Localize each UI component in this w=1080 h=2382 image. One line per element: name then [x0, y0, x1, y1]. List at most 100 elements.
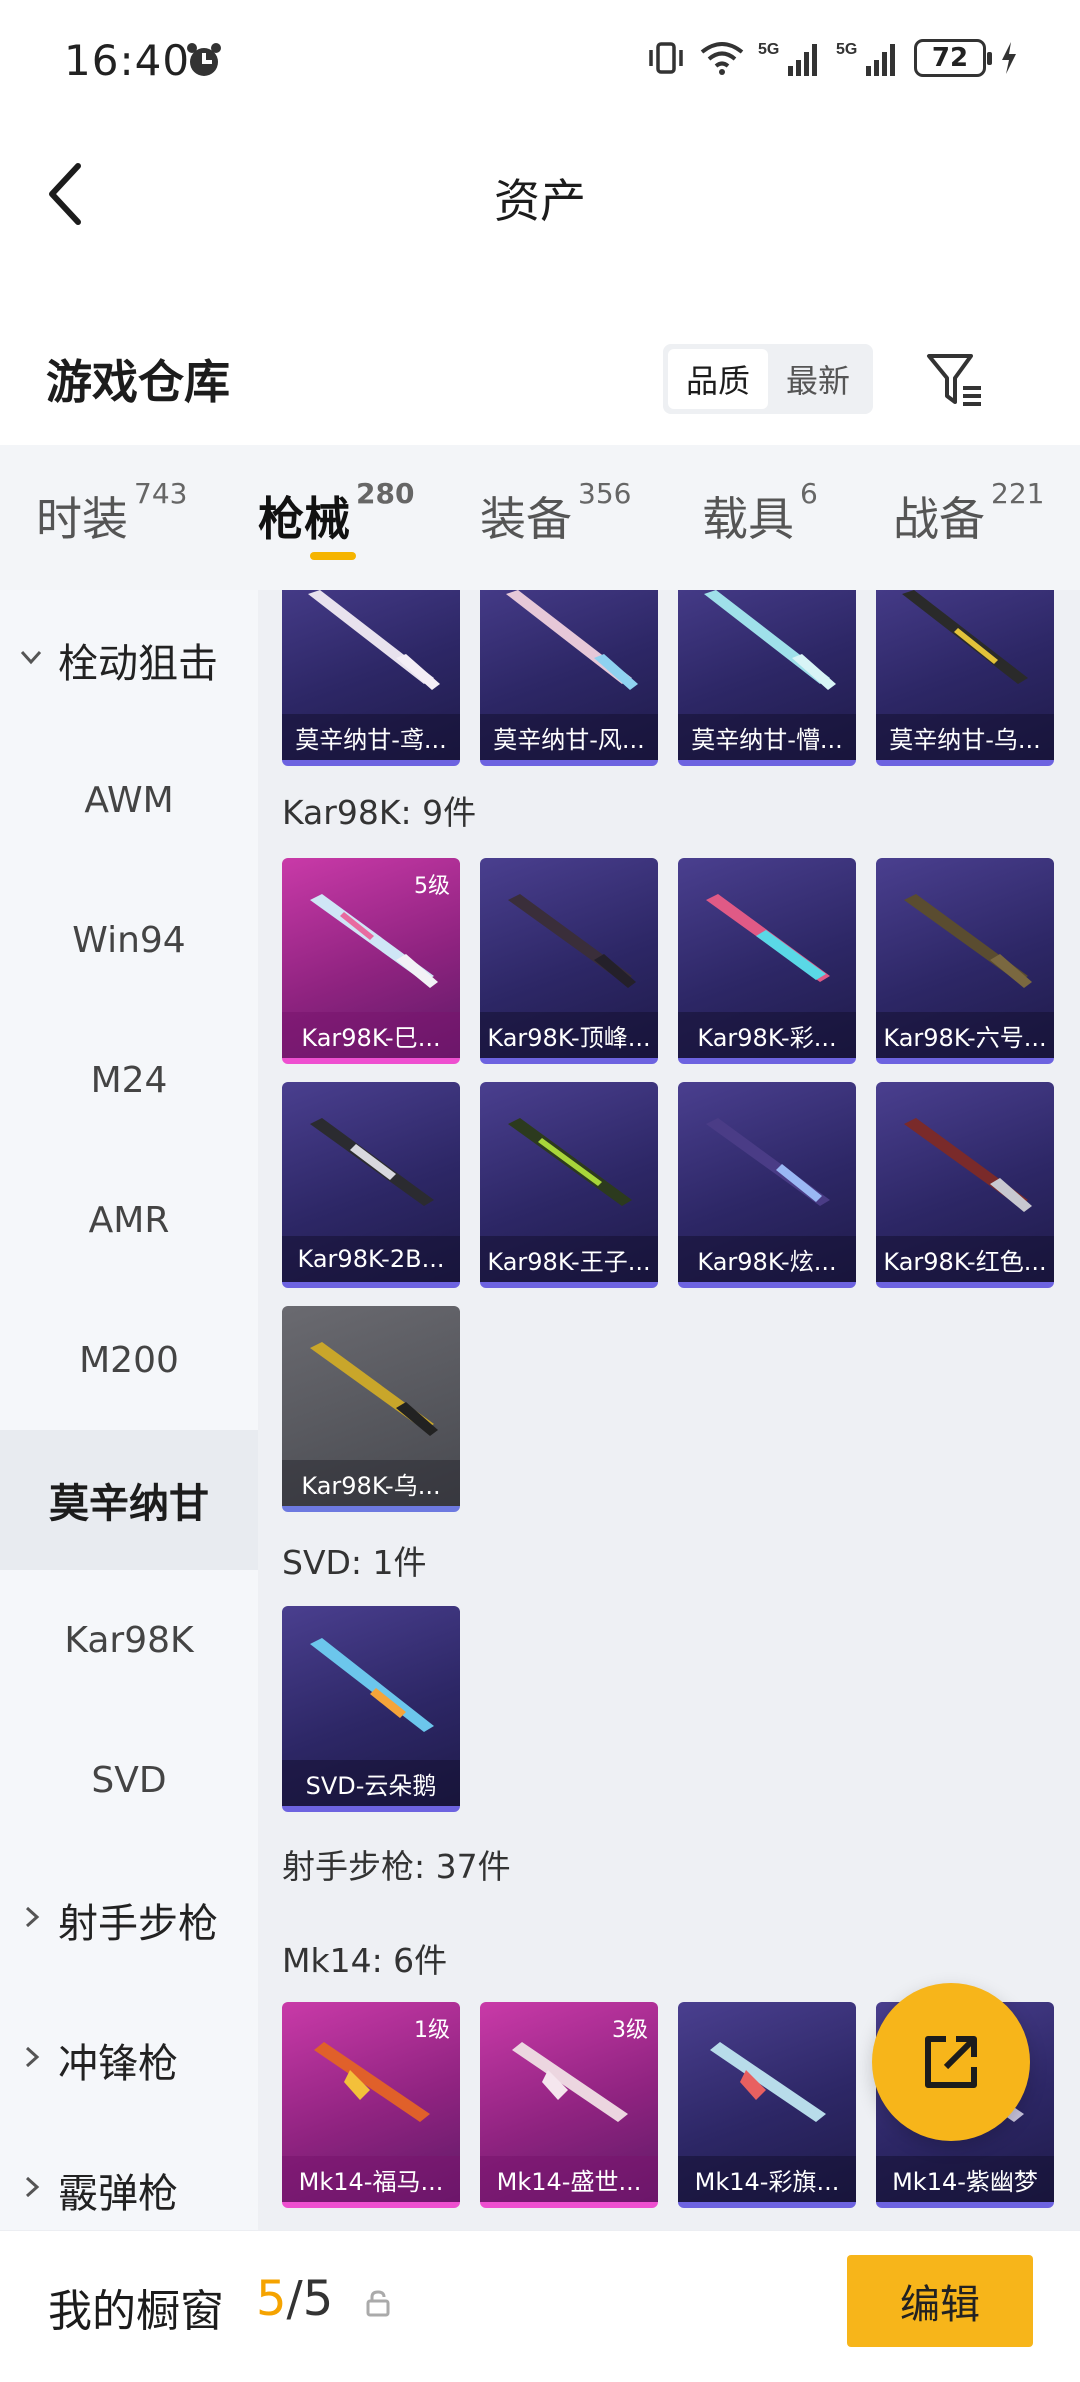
- sidebar-group-smg[interactable]: 冲锋枪: [0, 1990, 258, 2130]
- item-card[interactable]: Kar98K-彩...: [678, 858, 856, 1064]
- share-fab-button[interactable]: [872, 1983, 1030, 2141]
- tab-gear[interactable]: 战备 221: [893, 477, 1044, 549]
- sidebar-group-shotgun[interactable]: 霰弹枪: [0, 2120, 258, 2230]
- item-caption: Kar98K-红色...: [876, 1236, 1054, 1282]
- item-caption: Kar98K-2B...: [282, 1236, 460, 1282]
- rifle-icon: [706, 894, 830, 982]
- item-caption: Kar98K-顶峰...: [480, 1012, 658, 1058]
- tab-count: 221: [991, 477, 1045, 510]
- tab-count: 356: [578, 477, 632, 510]
- item-card[interactable]: Mk14-彩旗...: [678, 2002, 856, 2208]
- item-caption: SVD-云朵鹅: [282, 1760, 460, 1806]
- rifle-icon: [308, 590, 440, 690]
- showcase-count: 5/5: [256, 2271, 333, 2327]
- sidebar-item-label: M200: [79, 1339, 179, 1381]
- tab-label: 载具: [702, 492, 794, 546]
- edit-button[interactable]: 编辑: [847, 2255, 1033, 2347]
- chevron-right-icon: [25, 2046, 40, 2068]
- item-card[interactable]: Kar98K-乌...: [282, 1306, 460, 1512]
- showcase-label: 我的橱窗: [48, 2286, 224, 2337]
- item-card[interactable]: 1级 Mk14-福马...: [282, 2002, 460, 2208]
- item-caption: Kar98K-巳...: [282, 1012, 460, 1058]
- alarm-icon: [187, 43, 221, 76]
- sidebar-item-awm[interactable]: AWM: [0, 730, 258, 870]
- sidebar-item-label: 射手步枪: [58, 1901, 218, 1947]
- item-card[interactable]: 莫辛纳甘-鸢...: [282, 590, 460, 766]
- sidebar-item-label: 冲锋枪: [58, 2041, 178, 2087]
- signal-5g-icon: 5G: [836, 41, 895, 76]
- item-caption: 莫辛纳甘-懵...: [678, 714, 856, 760]
- item-card[interactable]: Kar98K-王子...: [480, 1082, 658, 1288]
- sidebar-item-svd[interactable]: SVD: [0, 1710, 258, 1850]
- tab-fashion[interactable]: 时装 743: [36, 477, 187, 549]
- sidebar-item-label: Win94: [72, 919, 186, 961]
- chevron-right-icon: [25, 2176, 40, 2198]
- item-card[interactable]: SVD-云朵鹅: [282, 1606, 460, 1812]
- item-card[interactable]: Kar98K-顶峰...: [480, 858, 658, 1064]
- item-card[interactable]: Kar98K-2B...: [282, 1082, 460, 1288]
- section-label-mk14: Mk14: 6件: [282, 1941, 448, 1980]
- sidebar-item-label: SVD: [91, 1759, 167, 1801]
- vibrate-icon: [649, 42, 683, 74]
- sort-newest-button[interactable]: 最新: [768, 349, 868, 409]
- rifle-icon: [310, 1342, 438, 1436]
- showcase-current: 5: [256, 2271, 287, 2327]
- item-card[interactable]: 莫辛纳甘-风...: [480, 590, 658, 766]
- sidebar-item-m200[interactable]: M200: [0, 1290, 258, 1430]
- item-caption: Mk14-盛世...: [480, 2156, 658, 2202]
- status-bar: 16:40 5G 5G 72: [0, 0, 1080, 125]
- sidebar-group-marksman[interactable]: 射手步枪: [0, 1850, 258, 1990]
- sidebar-group-bolt-action[interactable]: 栓动狙击: [0, 590, 258, 730]
- warehouse-title: 游戏仓库: [46, 355, 230, 409]
- rifle-icon: [904, 894, 1032, 988]
- tab-firearms[interactable]: 枪械 280: [258, 477, 414, 549]
- item-caption: Kar98K-六号...: [876, 1012, 1054, 1058]
- battery-indicator: 72: [914, 39, 992, 77]
- chevron-right-icon: [25, 1906, 40, 1928]
- item-caption: Mk14-福马...: [282, 2156, 460, 2202]
- item-caption: 莫辛纳甘-风...: [480, 714, 658, 760]
- item-card[interactable]: 3级 Mk14-盛世...: [480, 2002, 658, 2208]
- sidebar-item-amr[interactable]: AMR: [0, 1150, 258, 1290]
- item-card[interactable]: 5级 Kar98K-巳...: [282, 858, 460, 1064]
- tab-count: 6: [800, 477, 818, 510]
- item-card[interactable]: 莫辛纳甘-乌...: [876, 590, 1054, 766]
- category-tabs: 时装 743 枪械 280 装备 356 载具 6 战备 221: [0, 445, 1080, 590]
- chevron-down-icon: [20, 650, 42, 665]
- rifle-icon: [310, 1638, 434, 1732]
- rifle-icon: [512, 2042, 628, 2122]
- app-header: 资产: [0, 125, 1080, 260]
- item-card[interactable]: Kar98K-炫...: [678, 1082, 856, 1288]
- rifle-icon: [904, 1118, 1032, 1212]
- sidebar-item-label: 莫辛纳甘: [49, 1481, 209, 1527]
- rifle-icon: [710, 2042, 826, 2122]
- item-caption: 莫辛纳甘-乌...: [876, 714, 1054, 760]
- tab-equipment[interactable]: 装备 356: [480, 477, 631, 549]
- active-tab-indicator: [310, 552, 356, 560]
- item-caption: Mk14-紫幽梦: [876, 2156, 1054, 2202]
- page-title: 资产: [494, 174, 586, 228]
- sidebar-item-kar98k[interactable]: Kar98K: [0, 1570, 258, 1710]
- rifle-icon: [310, 894, 438, 988]
- sidebar-item-label: AMR: [88, 1199, 170, 1241]
- sidebar-item-win94[interactable]: Win94: [0, 870, 258, 1010]
- item-caption: Kar98K-炫...: [678, 1236, 856, 1282]
- item-caption: 莫辛纳甘-鸢...: [282, 714, 460, 760]
- rifle-icon: [508, 894, 636, 988]
- sort-quality-button[interactable]: 品质: [668, 349, 768, 409]
- rifle-icon: [902, 590, 1028, 684]
- clock: 16:40: [64, 36, 191, 85]
- svg-text:5G: 5G: [836, 41, 857, 58]
- sidebar-item-mosin[interactable]: 莫辛纳甘: [0, 1430, 258, 1570]
- share-icon: [925, 2036, 977, 2088]
- rifle-icon: [704, 590, 836, 690]
- tab-vehicles[interactable]: 载具 6: [702, 477, 818, 549]
- item-card[interactable]: Kar98K-红色...: [876, 1082, 1054, 1288]
- filter-icon[interactable]: [923, 348, 987, 412]
- item-card[interactable]: 莫辛纳甘-懵...: [678, 590, 856, 766]
- item-card[interactable]: Kar98K-六号...: [876, 858, 1054, 1064]
- sidebar-item-label: 栓动狙击: [58, 641, 218, 687]
- sidebar-item-m24[interactable]: M24: [0, 1010, 258, 1150]
- weapon-type-sidebar: 栓动狙击 AWM Win94 M24 AMR M200 莫辛纳甘 Kar98K …: [0, 590, 258, 2230]
- showcase-bar: 我的橱窗 5/5 编辑: [0, 2230, 1080, 2382]
